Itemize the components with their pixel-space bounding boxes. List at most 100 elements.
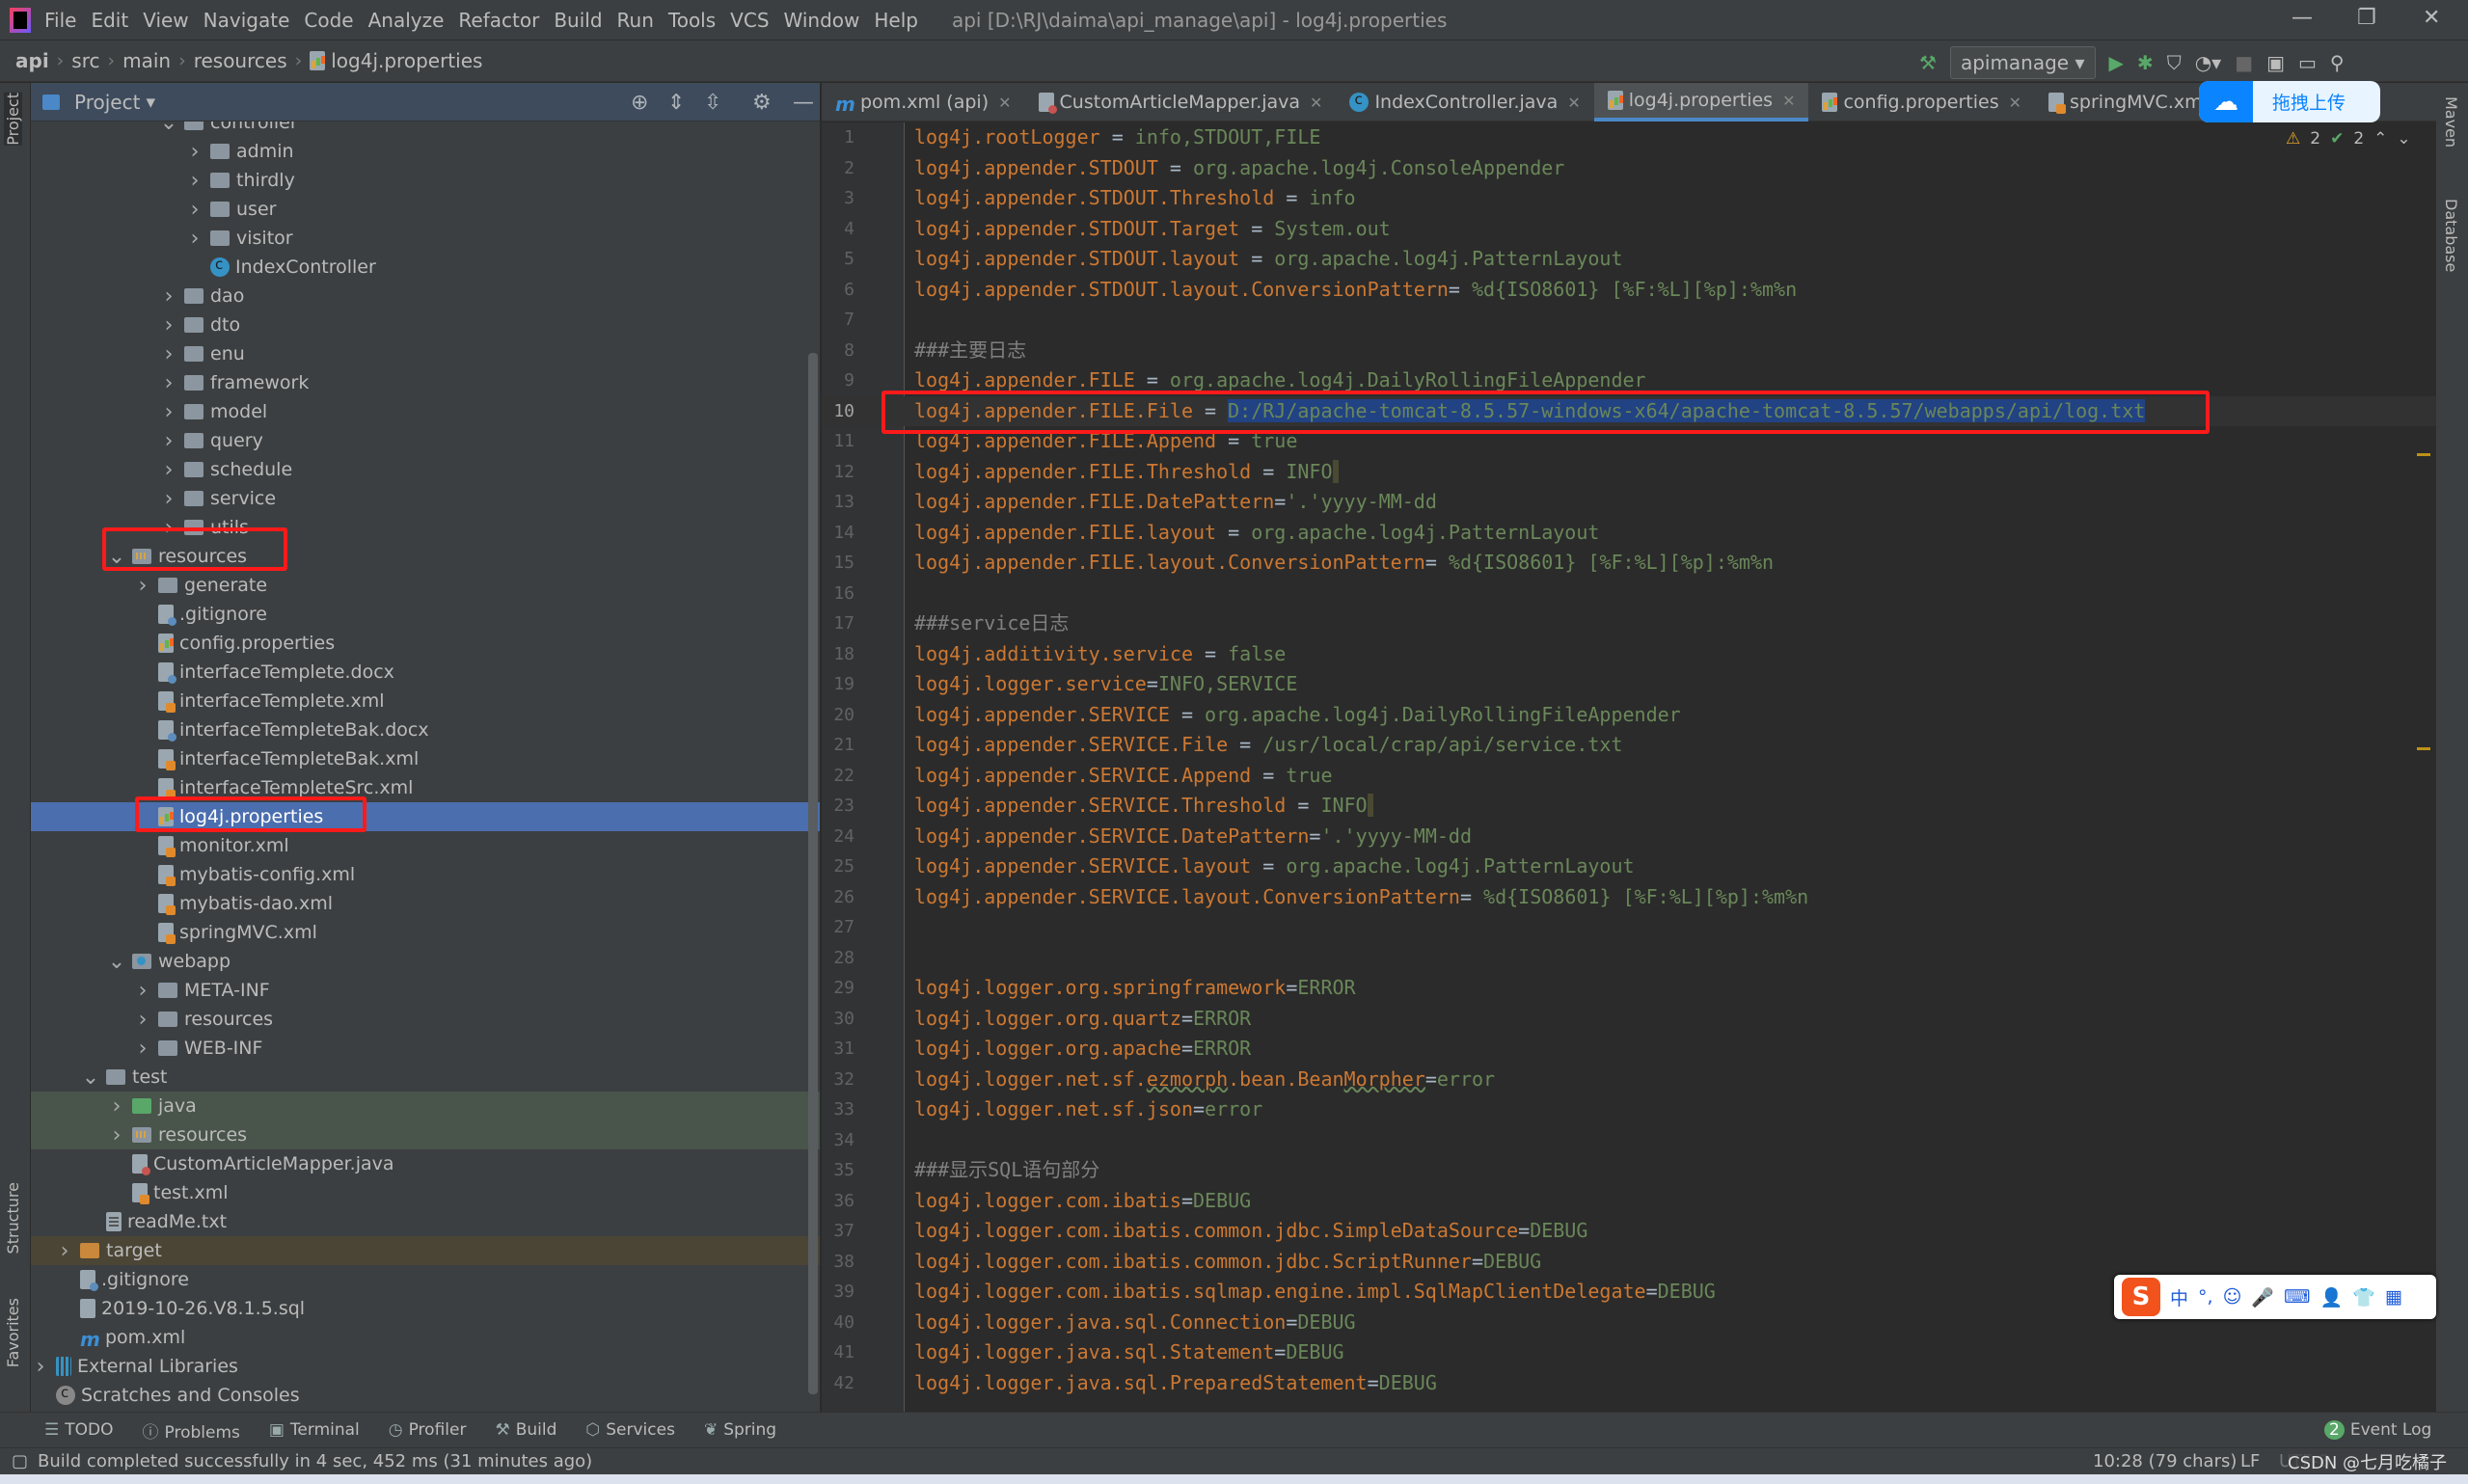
error-stripe-mark[interactable] <box>2417 453 2430 456</box>
menu-build[interactable]: Build <box>554 9 602 32</box>
restore-button[interactable]: ❐ <box>2357 6 2376 30</box>
tab-pom-xml-api-[interactable]: m pom.xml (api) ✕ <box>822 83 1025 121</box>
menu-refactor[interactable]: Refactor <box>458 9 539 32</box>
toolwindow-terminal[interactable]: ▣ Terminal <box>269 1420 360 1440</box>
minimize-button[interactable]: — <box>2292 6 2313 30</box>
chevron-right-icon[interactable]: › <box>159 284 178 309</box>
chevron-right-icon[interactable]: › <box>159 429 178 453</box>
chevron-right-icon[interactable]: › <box>55 1239 74 1263</box>
close-tab-icon[interactable]: ✕ <box>1310 94 1322 112</box>
code-line[interactable]: log4j.additivity.service = false <box>914 639 1286 669</box>
chevron-right-icon[interactable]: › <box>185 227 204 251</box>
tree-item[interactable]: › External Libraries <box>31 1352 820 1381</box>
tree-item[interactable]: › service <box>31 484 820 513</box>
tree-item[interactable]: readMe.txt <box>31 1207 820 1236</box>
tree-item[interactable]: › query <box>31 426 820 455</box>
menu-help[interactable]: Help <box>874 9 918 32</box>
menu-edit[interactable]: Edit <box>91 9 128 32</box>
close-tab-icon[interactable]: ✕ <box>998 94 1011 112</box>
locate-icon[interactable]: ⊕ <box>631 91 648 115</box>
breadcrumb-item[interactable]: main <box>122 49 171 72</box>
tree-item[interactable]: › generate <box>31 571 820 600</box>
code-line[interactable]: log4j.appender.STDOUT.layout.ConversionP… <box>914 275 1797 305</box>
code-editor[interactable]: log4j.rootLogger = info,STDOUT,FILE log4j… <box>905 122 2436 1412</box>
toolbox-icon[interactable]: ▭ <box>2298 51 2317 74</box>
tree-item[interactable]: CustomArticleMapper.java <box>31 1149 820 1178</box>
code-line[interactable]: log4j.appender.STDOUT.layout = org.apach… <box>914 244 1623 274</box>
chevron-right-icon[interactable]: › <box>185 140 204 164</box>
chevron-right-icon[interactable]: › <box>133 1037 152 1061</box>
tree-item[interactable]: interfaceTemplete.docx <box>31 658 820 687</box>
tree-item[interactable]: › model <box>31 397 820 426</box>
tree-item[interactable]: .gitignore <box>31 600 820 629</box>
tree-item[interactable]: › dao <box>31 282 820 310</box>
chevron-right-icon[interactable]: › <box>159 487 178 511</box>
tab-log4j-properties[interactable]: log4j.properties ✕ <box>1593 83 1809 121</box>
ime-item[interactable]: °, <box>2198 1286 2213 1308</box>
chevron-down-icon[interactable]: ⌄ <box>107 950 126 974</box>
toolwindow-problems[interactable]: ⓘ Problems <box>143 1418 240 1443</box>
chevron-right-icon[interactable]: › <box>185 169 204 193</box>
code-line[interactable]: log4j.logger.java.sql.Connection=DEBUG <box>914 1308 1356 1337</box>
chevron-down-icon[interactable]: ⌄ <box>2397 129 2410 148</box>
tree-item[interactable]: › thirdly <box>31 166 820 195</box>
code-line[interactable]: log4j.appender.FILE.layout.ConversionPat… <box>914 548 1774 578</box>
menu-view[interactable]: View <box>143 9 188 32</box>
stripe-favorites[interactable]: Favorites <box>4 1298 22 1367</box>
stripe-structure[interactable]: Structure <box>4 1182 22 1254</box>
search-icon[interactable]: ⚲ <box>2330 51 2345 74</box>
tree-item[interactable]: config.properties <box>31 629 820 658</box>
breadcrumb-item[interactable]: api <box>15 49 49 72</box>
code-line[interactable]: log4j.logger.service=INFO,SERVICE <box>914 669 1297 699</box>
code-line[interactable]: log4j.logger.java.sql.PreparedStatement=… <box>914 1368 1437 1398</box>
chevron-right-icon[interactable]: › <box>159 342 178 366</box>
code-line[interactable]: log4j.logger.net.sf.json=error <box>914 1094 1262 1124</box>
chevron-right-icon[interactable]: › <box>133 1008 152 1032</box>
stripe-project[interactable]: Project <box>4 93 22 146</box>
chevron-right-icon[interactable]: › <box>159 313 178 337</box>
status-toggle-icon[interactable]: ▢ <box>12 1451 28 1471</box>
code-line[interactable]: log4j.logger.org.springframework=ERROR <box>914 973 1356 1003</box>
ime-item[interactable]: ☺ <box>2223 1286 2242 1308</box>
toolwindow-build[interactable]: ⚒ Build <box>495 1420 556 1440</box>
menu-file[interactable]: File <box>44 9 76 32</box>
tab-indexcontroller-java[interactable]: IndexController.java ✕ <box>1336 83 1593 121</box>
ime-item[interactable]: 👕 <box>2352 1286 2375 1309</box>
tree-item[interactable]: › resources <box>31 1005 820 1034</box>
code-line[interactable]: log4j.appender.STDOUT = org.apache.log4j… <box>914 153 1564 183</box>
chevron-right-icon[interactable]: › <box>159 458 178 482</box>
project-view-select[interactable]: Project <box>74 91 140 114</box>
menu-run[interactable]: Run <box>617 9 654 32</box>
coverage-icon[interactable]: ⛉ <box>2167 51 2182 74</box>
tree-item[interactable]: m pom.xml <box>31 1323 820 1352</box>
code-line[interactable]: log4j.appender.FILE.Threshold = INFO <box>914 457 1339 487</box>
tree-item[interactable]: › schedule <box>31 455 820 484</box>
tab-config-properties[interactable]: config.properties ✕ <box>1808 83 2035 121</box>
ime-item[interactable]: 🎤 <box>2251 1286 2274 1309</box>
project-structure-icon[interactable]: ▣ <box>2266 51 2285 74</box>
tab-customarticlemapper-java[interactable]: CustomArticleMapper.java ✕ <box>1025 83 1337 121</box>
menu-tools[interactable]: Tools <box>668 9 716 32</box>
stripe-maven[interactable]: Maven <box>2442 96 2460 148</box>
code-line[interactable]: log4j.appender.SERVICE.Threshold = INFO <box>914 791 1373 821</box>
menu-vcs[interactable]: VCS <box>730 9 769 32</box>
code-line[interactable]: log4j.appender.SERVICE.DatePattern='.'yy… <box>914 822 1472 851</box>
tree-item[interactable]: springMVC.xml <box>31 918 820 947</box>
run-icon[interactable]: ▶ <box>2109 51 2124 74</box>
tree-item[interactable]: test.xml <box>31 1178 820 1207</box>
close-tab-icon[interactable]: ✕ <box>2009 94 2021 112</box>
tree-item[interactable]: interfaceTemplete.xml <box>31 687 820 715</box>
code-line[interactable]: log4j.appender.SERVICE.layout = org.apac… <box>914 851 1635 881</box>
chevron-up-icon[interactable]: ⌃ <box>2373 129 2387 148</box>
code-line[interactable]: log4j.appender.SERVICE.File = /usr/local… <box>914 730 1623 760</box>
breadcrumb-item[interactable]: resources <box>194 49 287 72</box>
chevron-right-icon[interactable]: › <box>185 198 204 222</box>
ime-item[interactable]: 👤 <box>2319 1286 2343 1309</box>
tree-item[interactable]: mybatis-config.xml <box>31 860 820 889</box>
code-line[interactable]: log4j.logger.com.ibatis.common.jdbc.Simp… <box>914 1216 1587 1246</box>
chevron-right-icon[interactable]: › <box>133 574 152 598</box>
profile-icon[interactable]: ◔▾ <box>2195 51 2222 74</box>
tree-item[interactable]: › enu <box>31 339 820 368</box>
chevron-right-icon[interactable]: › <box>107 1123 126 1147</box>
code-line[interactable]: ###主要日志 <box>914 336 1026 365</box>
